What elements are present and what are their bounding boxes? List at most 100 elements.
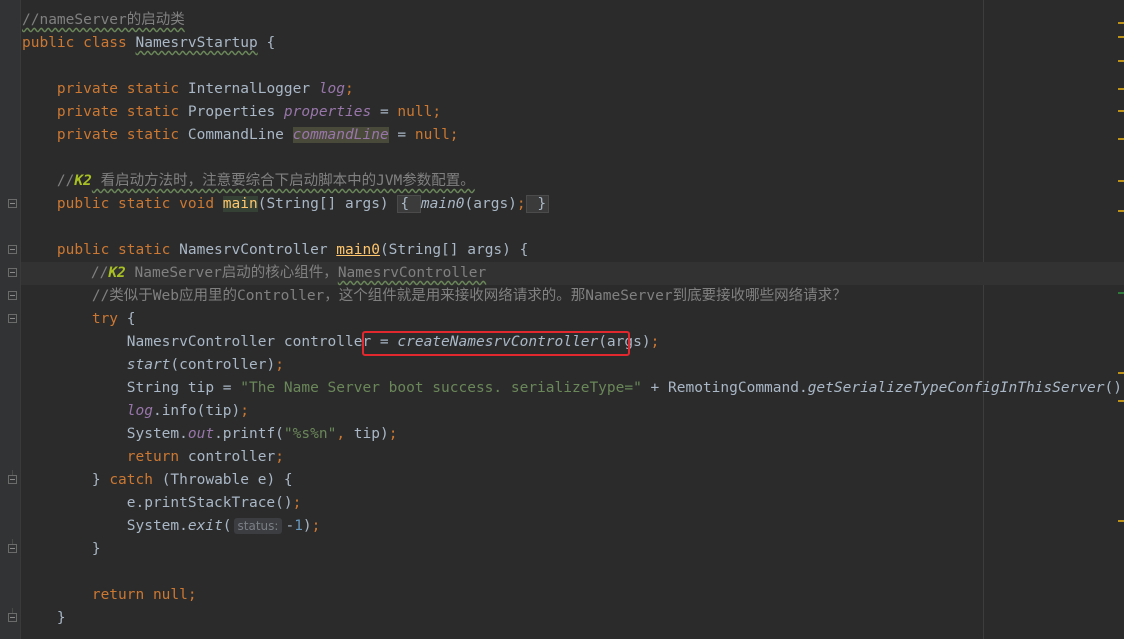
error-stripe-marker[interactable] xyxy=(1118,180,1124,182)
code-token: controller xyxy=(187,449,276,465)
code-token: NamesrvStartup xyxy=(135,35,258,51)
error-stripe-marker[interactable] xyxy=(1118,400,1124,402)
code-token: NameServer启动的核心组件， xyxy=(125,265,338,281)
code-editor[interactable]: //nameServer的启动类 public class NamesrvStar… xyxy=(0,0,1124,639)
fold-expand-icon[interactable] xyxy=(8,199,17,208)
code-token: try xyxy=(22,311,127,327)
code-token: public class xyxy=(22,35,136,51)
code-token: K2 xyxy=(74,173,92,189)
code-token: // xyxy=(22,173,75,189)
code-token: ; xyxy=(449,127,459,143)
code-token: NamesrvController xyxy=(179,242,337,258)
code-token: //nameServer的启动类 xyxy=(22,12,185,28)
code-token: // xyxy=(21,265,109,281)
code-token: (String[] args) xyxy=(257,196,398,212)
code-token: main0 xyxy=(420,196,465,212)
code-line[interactable]: } catch (Throwable e) { xyxy=(22,469,293,492)
code-line[interactable]: //nameServer的启动类 xyxy=(22,9,185,32)
code-token: System. xyxy=(22,426,188,442)
code-line[interactable]: String tip = "The Name Server boot succe… xyxy=(22,377,1124,400)
fold-end-icon[interactable] xyxy=(8,539,17,553)
highlight-annotation-box xyxy=(362,331,630,356)
code-token: InternalLogger xyxy=(187,81,319,97)
code-token: ) xyxy=(302,518,312,534)
fold-collapse-icon[interactable] xyxy=(8,314,17,323)
code-token: ; xyxy=(187,587,197,603)
error-stripe-marker[interactable] xyxy=(1118,138,1124,140)
code-line[interactable]: return null; xyxy=(22,584,197,607)
code-token: main xyxy=(222,196,258,212)
code-token: tip) xyxy=(353,426,389,442)
code-line[interactable]: //类似于Web应用里的Controller，这个组件就是用来接收网络请求的。那… xyxy=(22,285,847,308)
code-line[interactable]: public static void main(String[] args) {… xyxy=(22,193,550,216)
code-line[interactable]: } xyxy=(22,538,101,561)
code-token: //类似于Web应用里的Controller，这个组件就是用来接收网络请求的。那… xyxy=(22,288,847,304)
fold-end-icon[interactable] xyxy=(8,608,17,622)
code-line[interactable]: private static Properties properties = n… xyxy=(22,101,441,124)
code-token: .info(tip) xyxy=(152,403,241,419)
error-stripe-marker[interactable] xyxy=(1118,36,1124,38)
fold-collapse-icon[interactable] xyxy=(8,291,17,300)
code-token: ; xyxy=(240,403,250,419)
fold-end-icon[interactable] xyxy=(8,470,17,484)
code-token: NamesrvController controller = xyxy=(22,334,398,350)
code-line[interactable]: private static CommandLine commandLine =… xyxy=(22,124,459,147)
code-token: } xyxy=(525,195,550,213)
code-token: = xyxy=(371,104,398,120)
code-token: ; xyxy=(275,357,284,373)
code-token: public static xyxy=(22,242,180,258)
right-margin-guide xyxy=(983,0,984,639)
code-line[interactable]: //K2 NameServer启动的核心组件，NamesrvController xyxy=(21,262,1124,285)
code-token: CommandLine xyxy=(187,127,293,143)
code-line[interactable]: e.printStackTrace(); xyxy=(22,492,302,515)
code-line[interactable]: System.out.printf("%s%n", tip); xyxy=(22,423,398,446)
error-stripe-marker[interactable] xyxy=(1118,60,1124,62)
code-token: (controller) xyxy=(170,357,276,373)
code-token: Properties xyxy=(187,104,284,120)
code-line[interactable]: } xyxy=(22,607,66,630)
code-token: commandLine xyxy=(292,127,389,143)
code-token: NamesrvController xyxy=(337,265,487,281)
code-token: "The Name Server boot success. serialize… xyxy=(240,380,642,396)
code-token: = xyxy=(388,127,415,143)
code-token: .printf( xyxy=(214,426,284,442)
code-token: ; xyxy=(432,104,442,120)
code-token: private static xyxy=(22,81,188,97)
code-token: main0 xyxy=(336,242,380,258)
code-line[interactable]: start(controller); xyxy=(22,354,284,377)
code-token: null xyxy=(414,127,450,143)
error-stripe-marker[interactable] xyxy=(1118,210,1124,212)
code-token: ; xyxy=(311,518,321,534)
code-token: } xyxy=(22,541,101,557)
code-token: + RemotingCommand. xyxy=(641,380,808,396)
code-token: String tip = xyxy=(22,380,241,396)
code-line[interactable]: System.exit(status: -1); xyxy=(22,515,320,538)
error-stripe-marker[interactable] xyxy=(1118,110,1124,112)
code-line[interactable]: private static InternalLogger log; xyxy=(22,78,354,101)
code-token: ; xyxy=(388,426,398,442)
fold-collapse-icon[interactable] xyxy=(8,268,17,277)
error-stripe-marker[interactable] xyxy=(1118,520,1124,522)
code-token: , xyxy=(336,426,354,442)
error-stripe-marker[interactable] xyxy=(1118,372,1124,374)
error-stripe-marker[interactable] xyxy=(1118,88,1124,90)
code-line[interactable]: try { xyxy=(22,308,136,331)
code-token: (String[] args) { xyxy=(379,242,529,258)
code-token: properties xyxy=(283,104,372,120)
fold-collapse-icon[interactable] xyxy=(8,245,17,254)
code-line[interactable]: public static NamesrvController main0(St… xyxy=(22,239,528,262)
error-stripe-marker[interactable] xyxy=(1118,22,1124,24)
change-stripe-marker[interactable] xyxy=(1118,292,1124,294)
code-line[interactable]: return controller; xyxy=(22,446,284,469)
code-line[interactable]: public class NamesrvStartup { xyxy=(22,32,275,55)
code-token: public static void xyxy=(22,196,223,212)
code-token: K2 xyxy=(108,265,126,281)
code-token: catch xyxy=(109,472,162,488)
code-line[interactable]: log.info(tip); xyxy=(22,400,249,423)
code-token: log xyxy=(318,81,346,97)
code-token: (Throwable e) { xyxy=(161,472,293,488)
code-token: ; xyxy=(516,196,526,212)
code-line[interactable]: //K2 看启动方法时，注意要综合下启动脚本中的JVM参数配置。 xyxy=(22,170,475,193)
code-token: ( xyxy=(222,518,232,534)
